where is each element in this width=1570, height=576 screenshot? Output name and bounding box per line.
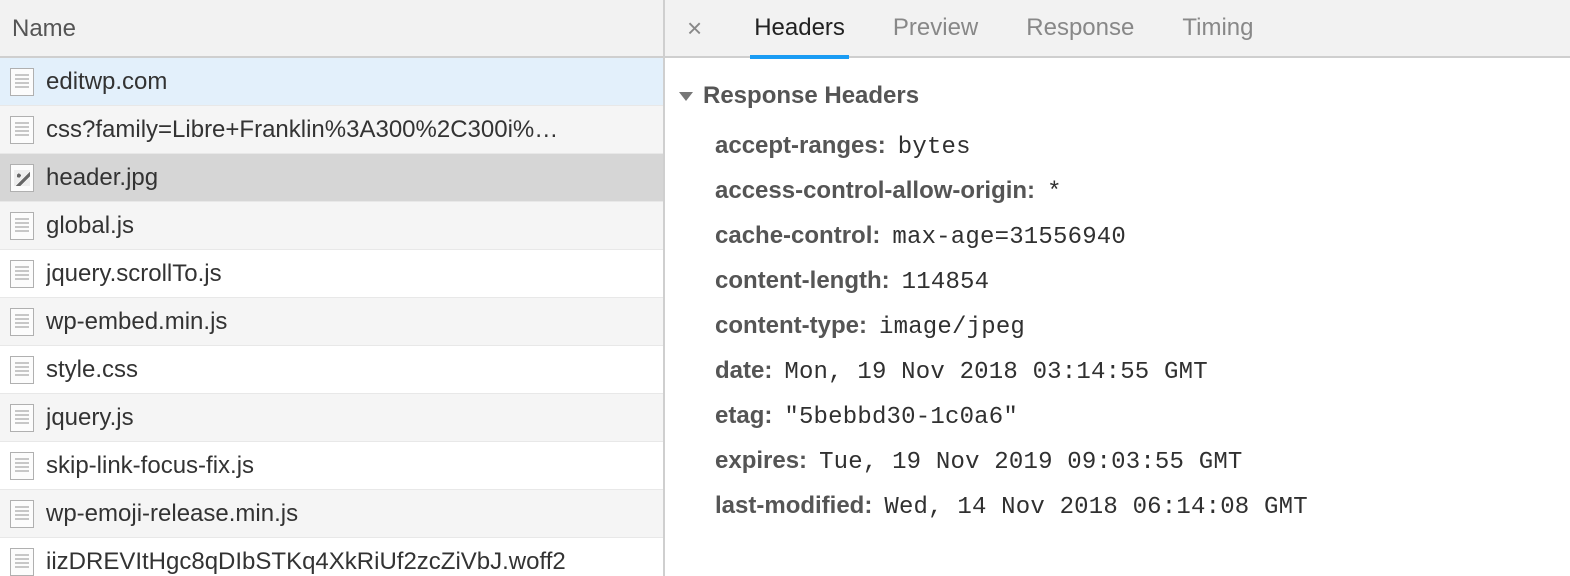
request-name-label: style.css [46, 356, 138, 384]
devtools-network-panel: Name editwp.com css?family=Libre+Franklin… [0, 0, 1570, 576]
section-title-label: Response Headers [703, 82, 919, 110]
document-file-icon [10, 212, 34, 240]
header-key: date: [715, 357, 772, 385]
request-list-panel: Name editwp.com css?family=Libre+Franklin… [0, 0, 665, 576]
header-row: access-control-allow-origin: * [679, 169, 1556, 214]
header-row: date: Mon, 19 Nov 2018 03:14:55 GMT [679, 349, 1556, 394]
table-row[interactable]: skip-link-focus-fix.js [0, 442, 663, 490]
header-row: content-type: image/jpeg [679, 304, 1556, 349]
header-row: expires: Tue, 19 Nov 2019 09:03:55 GMT [679, 439, 1556, 484]
document-file-icon [10, 68, 34, 96]
table-row[interactable]: style.css [0, 346, 663, 394]
tab-timing[interactable]: Timing [1178, 0, 1257, 57]
response-headers-list: accept-ranges: bytes access-control-allow-… [679, 124, 1556, 529]
request-name-label: wp-emoji-release.min.js [46, 500, 298, 528]
document-file-icon [10, 500, 34, 528]
header-value: bytes [898, 134, 971, 161]
disclosure-triangle-icon [679, 92, 693, 101]
header-value: "5bebbd30-1c0a6" [784, 404, 1018, 431]
document-file-icon [10, 404, 34, 432]
request-name-label: global.js [46, 212, 134, 240]
request-detail-panel: × Headers Preview Response Timing Respon… [665, 0, 1570, 576]
header-value: * [1047, 179, 1062, 206]
request-name-label: skip-link-focus-fix.js [46, 452, 254, 480]
document-file-icon [10, 452, 34, 480]
request-name-label: editwp.com [46, 68, 167, 96]
table-row[interactable]: header.jpg [0, 154, 663, 202]
header-key: cache-control: [715, 222, 880, 250]
header-value: Mon, 19 Nov 2018 03:14:55 GMT [784, 359, 1207, 386]
header-key: content-type: [715, 312, 867, 340]
header-value: Tue, 19 Nov 2019 09:03:55 GMT [819, 449, 1242, 476]
document-file-icon [10, 356, 34, 384]
tab-preview[interactable]: Preview [889, 0, 982, 57]
header-value: Wed, 14 Nov 2018 06:14:08 GMT [884, 494, 1307, 521]
header-row: etag: "5bebbd30-1c0a6" [679, 394, 1556, 439]
header-key: content-length: [715, 267, 890, 295]
request-name-label: css?family=Libre+Franklin%3A300%2C300i%… [46, 116, 558, 144]
header-key: access-control-allow-origin: [715, 177, 1035, 205]
table-row[interactable]: iizDREVItHgc8qDIbSTKq4XkRiUf2zcZiVbJ.wof… [0, 538, 663, 576]
document-file-icon [10, 548, 34, 576]
header-row: accept-ranges: bytes [679, 124, 1556, 169]
image-file-icon [10, 164, 34, 192]
header-row: content-length: 114854 [679, 259, 1556, 304]
close-icon[interactable]: × [679, 9, 710, 48]
document-file-icon [10, 116, 34, 144]
header-value: image/jpeg [879, 314, 1025, 341]
request-list: editwp.com css?family=Libre+Franklin%3A30… [0, 58, 663, 576]
header-key: expires: [715, 447, 807, 475]
table-row[interactable]: css?family=Libre+Franklin%3A300%2C300i%… [0, 106, 663, 154]
table-row[interactable]: jquery.js [0, 394, 663, 442]
table-row[interactable]: editwp.com [0, 58, 663, 106]
detail-tabs: × Headers Preview Response Timing [665, 0, 1570, 58]
request-name-label: wp-embed.min.js [46, 308, 227, 336]
request-name-label: jquery.scrollTo.js [46, 260, 222, 288]
headers-detail: Response Headers accept-ranges:bytesacce… [665, 58, 1570, 576]
request-name-label: jquery.js [46, 404, 134, 432]
response-headers-section[interactable]: Response Headers [679, 82, 1556, 110]
header-row: last-modified: Wed, 14 Nov 2018 06:14:08 … [679, 484, 1556, 529]
table-row[interactable]: global.js [0, 202, 663, 250]
tab-headers[interactable]: Headers [750, 0, 849, 57]
column-header-name[interactable]: Name [0, 0, 663, 58]
header-value: 114854 [902, 269, 990, 296]
document-file-icon [10, 308, 34, 336]
tab-response[interactable]: Response [1022, 0, 1138, 57]
request-name-label: header.jpg [46, 164, 158, 192]
document-file-icon [10, 260, 34, 288]
header-key: accept-ranges: [715, 132, 886, 160]
header-key: last-modified: [715, 492, 872, 520]
table-row[interactable]: wp-embed.min.js [0, 298, 663, 346]
header-key: etag: [715, 402, 772, 430]
table-row[interactable]: jquery.scrollTo.js [0, 250, 663, 298]
request-name-label: iizDREVItHgc8qDIbSTKq4XkRiUf2zcZiVbJ.wof… [46, 548, 566, 576]
header-value: max-age=31556940 [892, 224, 1126, 251]
header-row: cache-control: max-age=31556940 [679, 214, 1556, 259]
table-row[interactable]: wp-emoji-release.min.js [0, 490, 663, 538]
